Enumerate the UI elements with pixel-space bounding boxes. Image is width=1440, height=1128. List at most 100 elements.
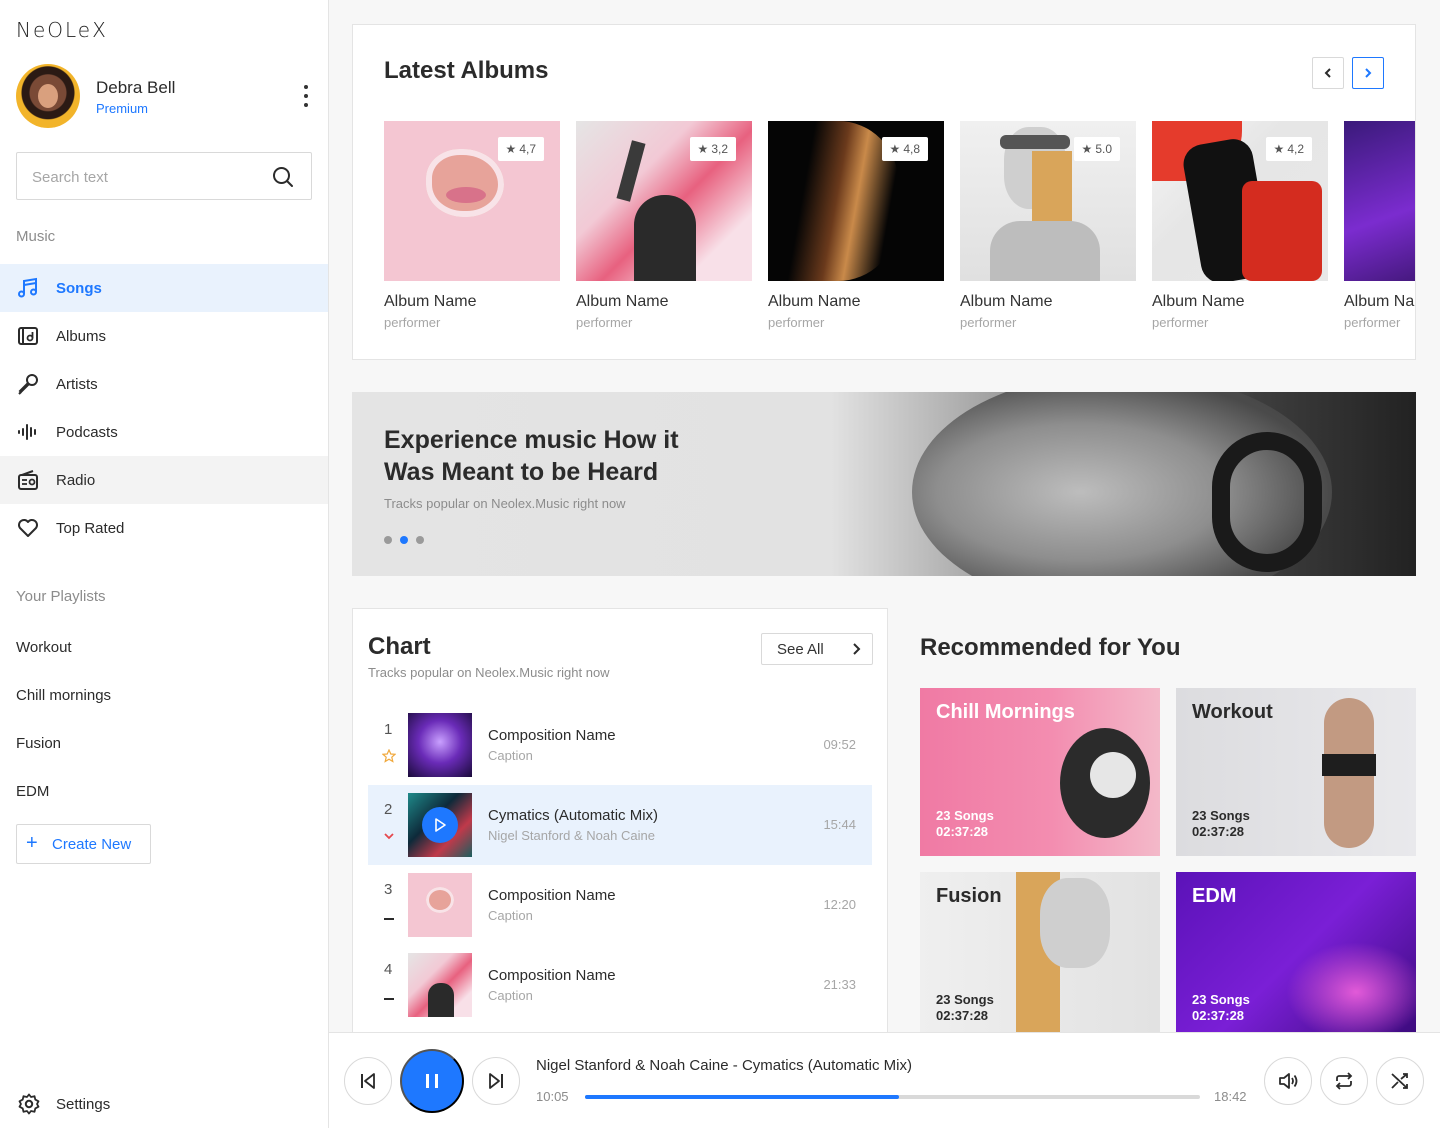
- skip-forward-icon: [489, 1073, 503, 1089]
- album-card[interactable]: ★ 5.0 Album Name performer: [960, 121, 1136, 330]
- chevron-right-icon: [1365, 68, 1372, 78]
- chart-track-active[interactable]: 2 Cymatics (Automatic Mix) Nigel Stanfor…: [368, 785, 872, 865]
- play-overlay-icon[interactable]: [422, 807, 458, 843]
- star-icon: ★: [889, 142, 901, 156]
- nav-item-podcasts[interactable]: Podcasts: [0, 408, 328, 456]
- elapsed-time: 10:05: [536, 1089, 569, 1104]
- playlist-card-workout[interactable]: Workout 23 Songs 02:37:28: [1176, 688, 1416, 856]
- player-bar: Nigel Stanford & Noah Caine - Cymatics (…: [329, 1032, 1440, 1128]
- track-duration: 15:44: [823, 817, 856, 832]
- chevron-left-icon: [1324, 68, 1331, 78]
- playlist-item-workout[interactable]: Workout: [16, 639, 72, 656]
- playlist-item-chill-mornings[interactable]: Chill mornings: [16, 687, 111, 704]
- nav-item-artists[interactable]: Artists: [0, 360, 328, 408]
- track-number: 1: [384, 721, 393, 738]
- pause-button[interactable]: [400, 1049, 464, 1113]
- card-duration: 02:37:28: [936, 824, 989, 839]
- nav-item-label: Top Rated: [56, 519, 125, 537]
- rating-value: 4,8: [903, 142, 920, 156]
- album-card[interactable]: ★ 3,2 Album Name performer: [576, 121, 752, 330]
- nav-item-songs[interactable]: Songs: [0, 264, 328, 312]
- star-icon: ★: [1273, 142, 1285, 156]
- nav-item-albums[interactable]: Albums: [0, 312, 328, 360]
- card-songs: 23 Songs: [1192, 808, 1250, 823]
- repeat-button[interactable]: [1320, 1057, 1368, 1105]
- volume-icon: [1279, 1073, 1298, 1089]
- search-input[interactable]: [32, 165, 262, 189]
- card-duration: 02:37:28: [936, 1008, 989, 1023]
- nav-item-top-rated[interactable]: Top Rated: [0, 504, 328, 552]
- card-meta: 23 Songs 02:37:28: [936, 808, 994, 840]
- album-name: Album Name: [384, 293, 477, 310]
- search-icon[interactable]: [271, 165, 295, 189]
- album-card[interactable]: ★ 4,8 Album Name performer: [768, 121, 944, 330]
- album-card[interactable]: ★ 4,2 Album Name performer: [1152, 121, 1328, 330]
- see-all-button[interactable]: See All: [761, 633, 873, 665]
- album-name: Album Name: [576, 293, 669, 310]
- chart-track[interactable]: 3 Composition Name Caption 12:20: [368, 865, 872, 945]
- settings-item[interactable]: Settings: [0, 1080, 328, 1128]
- albums-next-button[interactable]: [1352, 57, 1384, 89]
- track-thumbnail: [408, 713, 472, 777]
- nav-item-label: Albums: [56, 327, 107, 345]
- skip-back-icon: [361, 1073, 375, 1089]
- card-duration: 02:37:28: [1192, 824, 1245, 839]
- album-performer: performer: [960, 315, 1017, 330]
- playlist-card-fusion[interactable]: Fusion 23 Songs 02:37:28: [920, 872, 1160, 1040]
- profile-plan: Premium: [96, 101, 149, 116]
- track-duration: 12:20: [823, 897, 856, 912]
- track-number: 2: [384, 801, 393, 818]
- total-time: 18:42: [1214, 1089, 1247, 1104]
- album-cover: ★ 5.0: [960, 121, 1136, 281]
- album-cover: ★ 4,7: [384, 121, 560, 281]
- carousel-dot[interactable]: [416, 536, 424, 544]
- chart-track[interactable]: 1 Composition Name Caption 09:52: [368, 705, 872, 785]
- avatar[interactable]: [16, 64, 80, 128]
- rating-badge: ★ 4,8: [881, 137, 928, 161]
- album-card[interactable]: Album Name performer: [1344, 121, 1415, 330]
- carousel-dot-active[interactable]: [400, 536, 408, 544]
- album-card[interactable]: ★ 4,7 Album Name performer: [384, 121, 560, 330]
- nav-item-radio[interactable]: Radio: [0, 456, 328, 504]
- progress-bar[interactable]: [585, 1095, 1200, 1099]
- chart-track[interactable]: 4 Composition Name Caption 21:33: [368, 945, 872, 1025]
- rating-value: 4,2: [1287, 142, 1304, 156]
- headphones-shape: [1212, 432, 1322, 572]
- app-logo[interactable]: NeOLeX: [16, 18, 108, 42]
- album-performer: performer: [1344, 315, 1401, 330]
- card-duration: 02:37:28: [1192, 1008, 1245, 1023]
- playlist-card-edm[interactable]: EDM 23 Songs 02:37:28: [1176, 872, 1416, 1040]
- playlist-card-chill-mornings[interactable]: Chill Mornings 23 Songs 02:37:28: [920, 688, 1160, 856]
- track-name: Cymatics (Automatic Mix): [488, 807, 659, 824]
- gear-icon: [18, 1093, 40, 1115]
- album-cover: ★ 4,8: [768, 121, 944, 281]
- album-name: Album Name: [1344, 293, 1415, 310]
- next-track-button[interactable]: [472, 1057, 520, 1105]
- shuffle-button[interactable]: [1376, 1057, 1424, 1105]
- album-performer: performer: [1152, 315, 1209, 330]
- album-name: Album Name: [768, 293, 861, 310]
- album-performer: performer: [576, 315, 633, 330]
- rating-badge: ★ 4,7: [497, 137, 544, 161]
- more-options-icon[interactable]: [296, 82, 316, 110]
- card-title: Workout: [1192, 701, 1273, 723]
- nav-item-label: Artists: [56, 375, 98, 393]
- albums-prev-button[interactable]: [1312, 57, 1344, 89]
- nav-item-label: Radio: [56, 471, 96, 489]
- dash-icon: [384, 918, 394, 920]
- create-new-button[interactable]: + Create New: [16, 824, 151, 864]
- track-caption: Caption: [488, 908, 533, 923]
- previous-track-button[interactable]: [344, 1057, 392, 1105]
- latest-albums-card: Latest Albums ★ 4,7 Album Name performer …: [352, 24, 1416, 360]
- card-songs: 23 Songs: [1192, 992, 1250, 1007]
- chart-subtitle: Tracks popular on Neolex.Music right now: [368, 665, 610, 680]
- album-name: Album Name: [960, 293, 1053, 310]
- carousel-dot[interactable]: [384, 536, 392, 544]
- headphone-shape: [1090, 752, 1136, 798]
- playlist-item-fusion[interactable]: Fusion: [16, 735, 61, 752]
- card-songs: 23 Songs: [936, 992, 994, 1007]
- playlist-item-edm[interactable]: EDM: [16, 783, 49, 800]
- volume-button[interactable]: [1264, 1057, 1312, 1105]
- hero-banner[interactable]: Experience music How it Was Meant to be …: [352, 392, 1416, 576]
- card-title: EDM: [1192, 885, 1237, 907]
